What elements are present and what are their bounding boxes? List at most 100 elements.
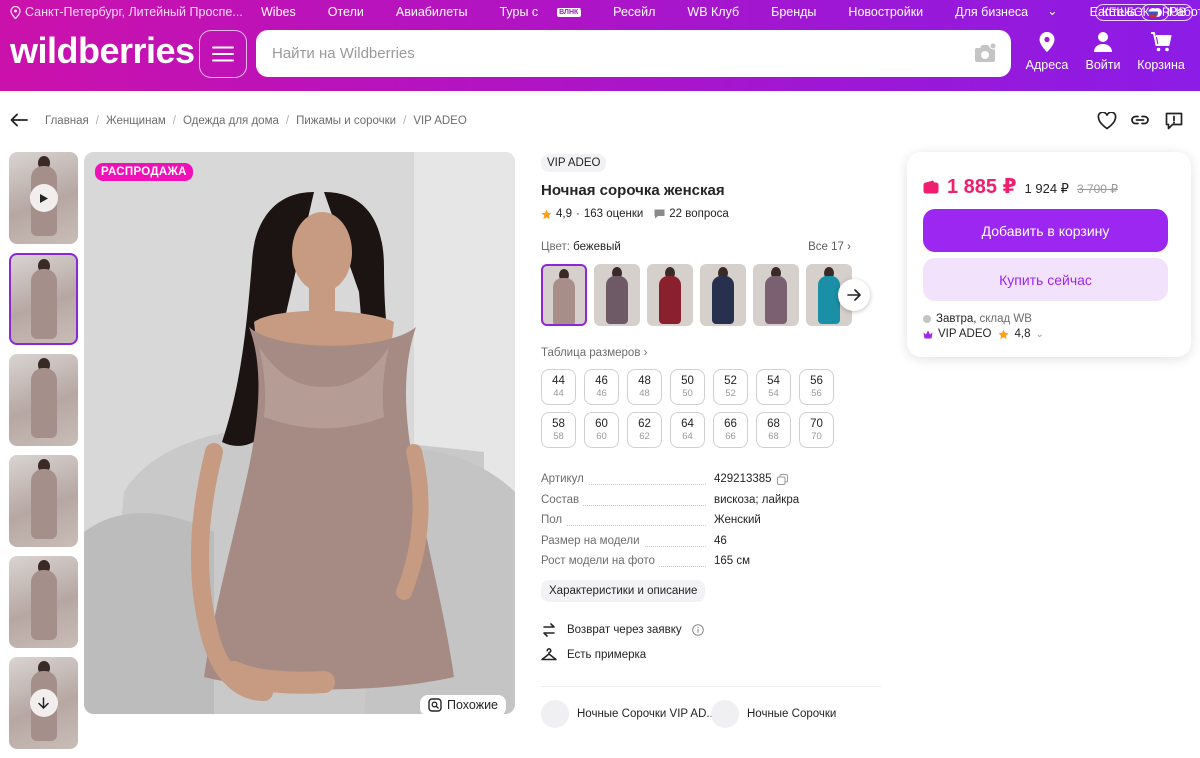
user-icon	[1094, 32, 1112, 52]
size-option[interactable]: 58 58	[541, 412, 576, 448]
swatch-figure	[818, 276, 840, 324]
size-option[interactable]: 68 68	[756, 412, 791, 448]
top-nav-link[interactable]: Для бизнеса ⌄	[955, 3, 1073, 20]
swatches-next-button[interactable]	[838, 279, 870, 311]
info-icon[interactable]	[691, 624, 704, 636]
top-nav-label: Ресейл	[613, 5, 656, 19]
camera-search-icon[interactable]	[973, 42, 997, 64]
top-nav-label: Бренды	[771, 5, 817, 19]
breadcrumb-link[interactable]: Пижамы и сорочки	[296, 115, 396, 127]
breadcrumb-link[interactable]: Женщинам	[106, 115, 166, 127]
thumbnail[interactable]	[9, 455, 78, 547]
rating-row[interactable]: 4,9 · 163 оценки 22 вопроса	[541, 208, 729, 220]
top-line: Санкт-Петербург, Литейный Проспе... Wibe…	[10, 3, 1200, 22]
report-icon[interactable]	[1164, 111, 1184, 131]
location-text: Санкт-Петербург, Литейный Проспе...	[25, 5, 243, 19]
currency-pill[interactable]: RUB	[1141, 4, 1194, 21]
spec-key: Рост модели на фото	[541, 555, 659, 567]
top-nav-link[interactable]: Туры с ВЛНК ТУР	[499, 5, 597, 19]
size-option[interactable]: 56 56	[799, 369, 834, 405]
top-nav-link[interactable]: Отели	[328, 5, 380, 19]
addresses-button[interactable]: Адреса	[1022, 31, 1072, 72]
copy-icon[interactable]	[776, 473, 788, 485]
related-link-2[interactable]: Ночные Сорочки	[711, 700, 836, 728]
size-option[interactable]: 44 44	[541, 369, 576, 405]
spec-value: 165 см	[714, 555, 751, 567]
menu-button[interactable]	[199, 30, 247, 78]
top-nav-link[interactable]: Wibes	[261, 5, 312, 19]
chevron-down-icon: ⌄	[1047, 3, 1058, 18]
size-ru: 62	[639, 431, 650, 442]
size-eu: 58	[552, 418, 565, 430]
thumbnail[interactable]	[9, 253, 78, 345]
breadcrumb-link[interactable]: Одежда для дома	[183, 115, 279, 127]
back-arrow-icon[interactable]	[10, 113, 28, 127]
size-option[interactable]: 70 70	[799, 412, 834, 448]
size-eu: 62	[638, 418, 651, 430]
size-option[interactable]: 60 60	[584, 412, 619, 448]
location-selector[interactable]: Санкт-Петербург, Литейный Проспе...	[10, 5, 243, 19]
top-nav-link[interactable]: Новостройки	[848, 5, 939, 19]
arrow-down-icon[interactable]	[29, 689, 58, 717]
size-option[interactable]: 66 66	[713, 412, 748, 448]
color-swatch[interactable]	[594, 264, 640, 326]
old-price: 3 700 ₽	[1076, 182, 1118, 196]
search-input[interactable]	[272, 30, 952, 77]
main-product-image[interactable]	[84, 152, 515, 714]
size-option[interactable]: 46 46	[584, 369, 619, 405]
size-option[interactable]: 54 54	[756, 369, 791, 405]
brand-link[interactable]: VIP ADEO	[541, 154, 607, 172]
similar-button[interactable]: Похожие	[420, 695, 507, 716]
size-ru: 44	[553, 388, 564, 399]
buy-now-button[interactable]: Купить сейчас	[923, 258, 1168, 301]
breadcrumb-link[interactable]: VIP ADEO	[413, 115, 466, 127]
color-swatch[interactable]	[541, 264, 587, 326]
search-bar	[256, 30, 1011, 77]
size-ru: 60	[596, 431, 607, 442]
login-button[interactable]: Войти	[1078, 31, 1128, 72]
color-swatch[interactable]	[647, 264, 693, 326]
related-label-1: Ночные Сорочки VIP AD...	[577, 708, 716, 720]
thumbnail[interactable]	[9, 152, 78, 244]
thumbnail[interactable]	[9, 556, 78, 648]
size-option[interactable]: 52 52	[713, 369, 748, 405]
swatch-figure	[553, 278, 575, 324]
add-to-cart-button[interactable]: Добавить в корзину	[923, 209, 1168, 252]
heart-icon[interactable]	[1097, 112, 1117, 130]
top-nav-label: Отели	[327, 5, 364, 19]
spec-value-wrap: 429213385	[714, 473, 788, 485]
cart-button[interactable]: Корзина	[1136, 31, 1186, 72]
related-link-1[interactable]: Ночные Сорочки VIP AD...	[541, 700, 716, 728]
top-nav-link[interactable]: WB Клуб	[687, 5, 755, 19]
top-nav-link[interactable]: Бренды	[771, 5, 832, 19]
link-icon[interactable]	[1130, 113, 1150, 127]
color-swatch[interactable]	[700, 264, 746, 326]
size-option[interactable]: 50 50	[670, 369, 705, 405]
play-icon[interactable]	[29, 184, 58, 212]
top-nav-link[interactable]: Ресейл	[613, 5, 671, 19]
thumb-figure	[30, 469, 57, 539]
thumbnail[interactable]	[9, 657, 78, 749]
size-eu: 64	[681, 418, 694, 430]
seller-info[interactable]: VIP ADEO 4,8 ⌄	[923, 328, 1044, 340]
description-button[interactable]: Характеристики и описание	[541, 580, 706, 602]
size-option[interactable]: 62 62	[627, 412, 662, 448]
thumbnail[interactable]	[9, 354, 78, 446]
size-table-link[interactable]: Таблица размеров ›	[541, 347, 647, 359]
size-eu: 70	[810, 418, 823, 430]
breadcrumb-separator: /	[285, 115, 290, 127]
wildberries-logo[interactable]: wildberries	[10, 30, 195, 72]
addresses-label: Адреса	[1025, 58, 1069, 72]
delivery-day: Завтра,	[936, 313, 977, 325]
all-colors-link[interactable]: Все 17 ›	[808, 241, 851, 253]
buy-box: 1 885 ₽ 1 924 ₽ 3 700 ₽ Добавить в корзи…	[907, 152, 1191, 357]
size-ru: 46	[596, 388, 607, 399]
wallet-icon	[923, 180, 939, 193]
size-option[interactable]: 64 64	[670, 412, 705, 448]
top-nav-link[interactable]: Авиабилеты	[396, 5, 484, 19]
size-option[interactable]: 48 48	[627, 369, 662, 405]
spec-key: Размер на модели	[541, 534, 644, 547]
color-swatch[interactable]	[753, 264, 799, 326]
breadcrumb-link[interactable]: Главная	[45, 115, 89, 127]
spec-row: Пол Женский	[541, 511, 881, 532]
